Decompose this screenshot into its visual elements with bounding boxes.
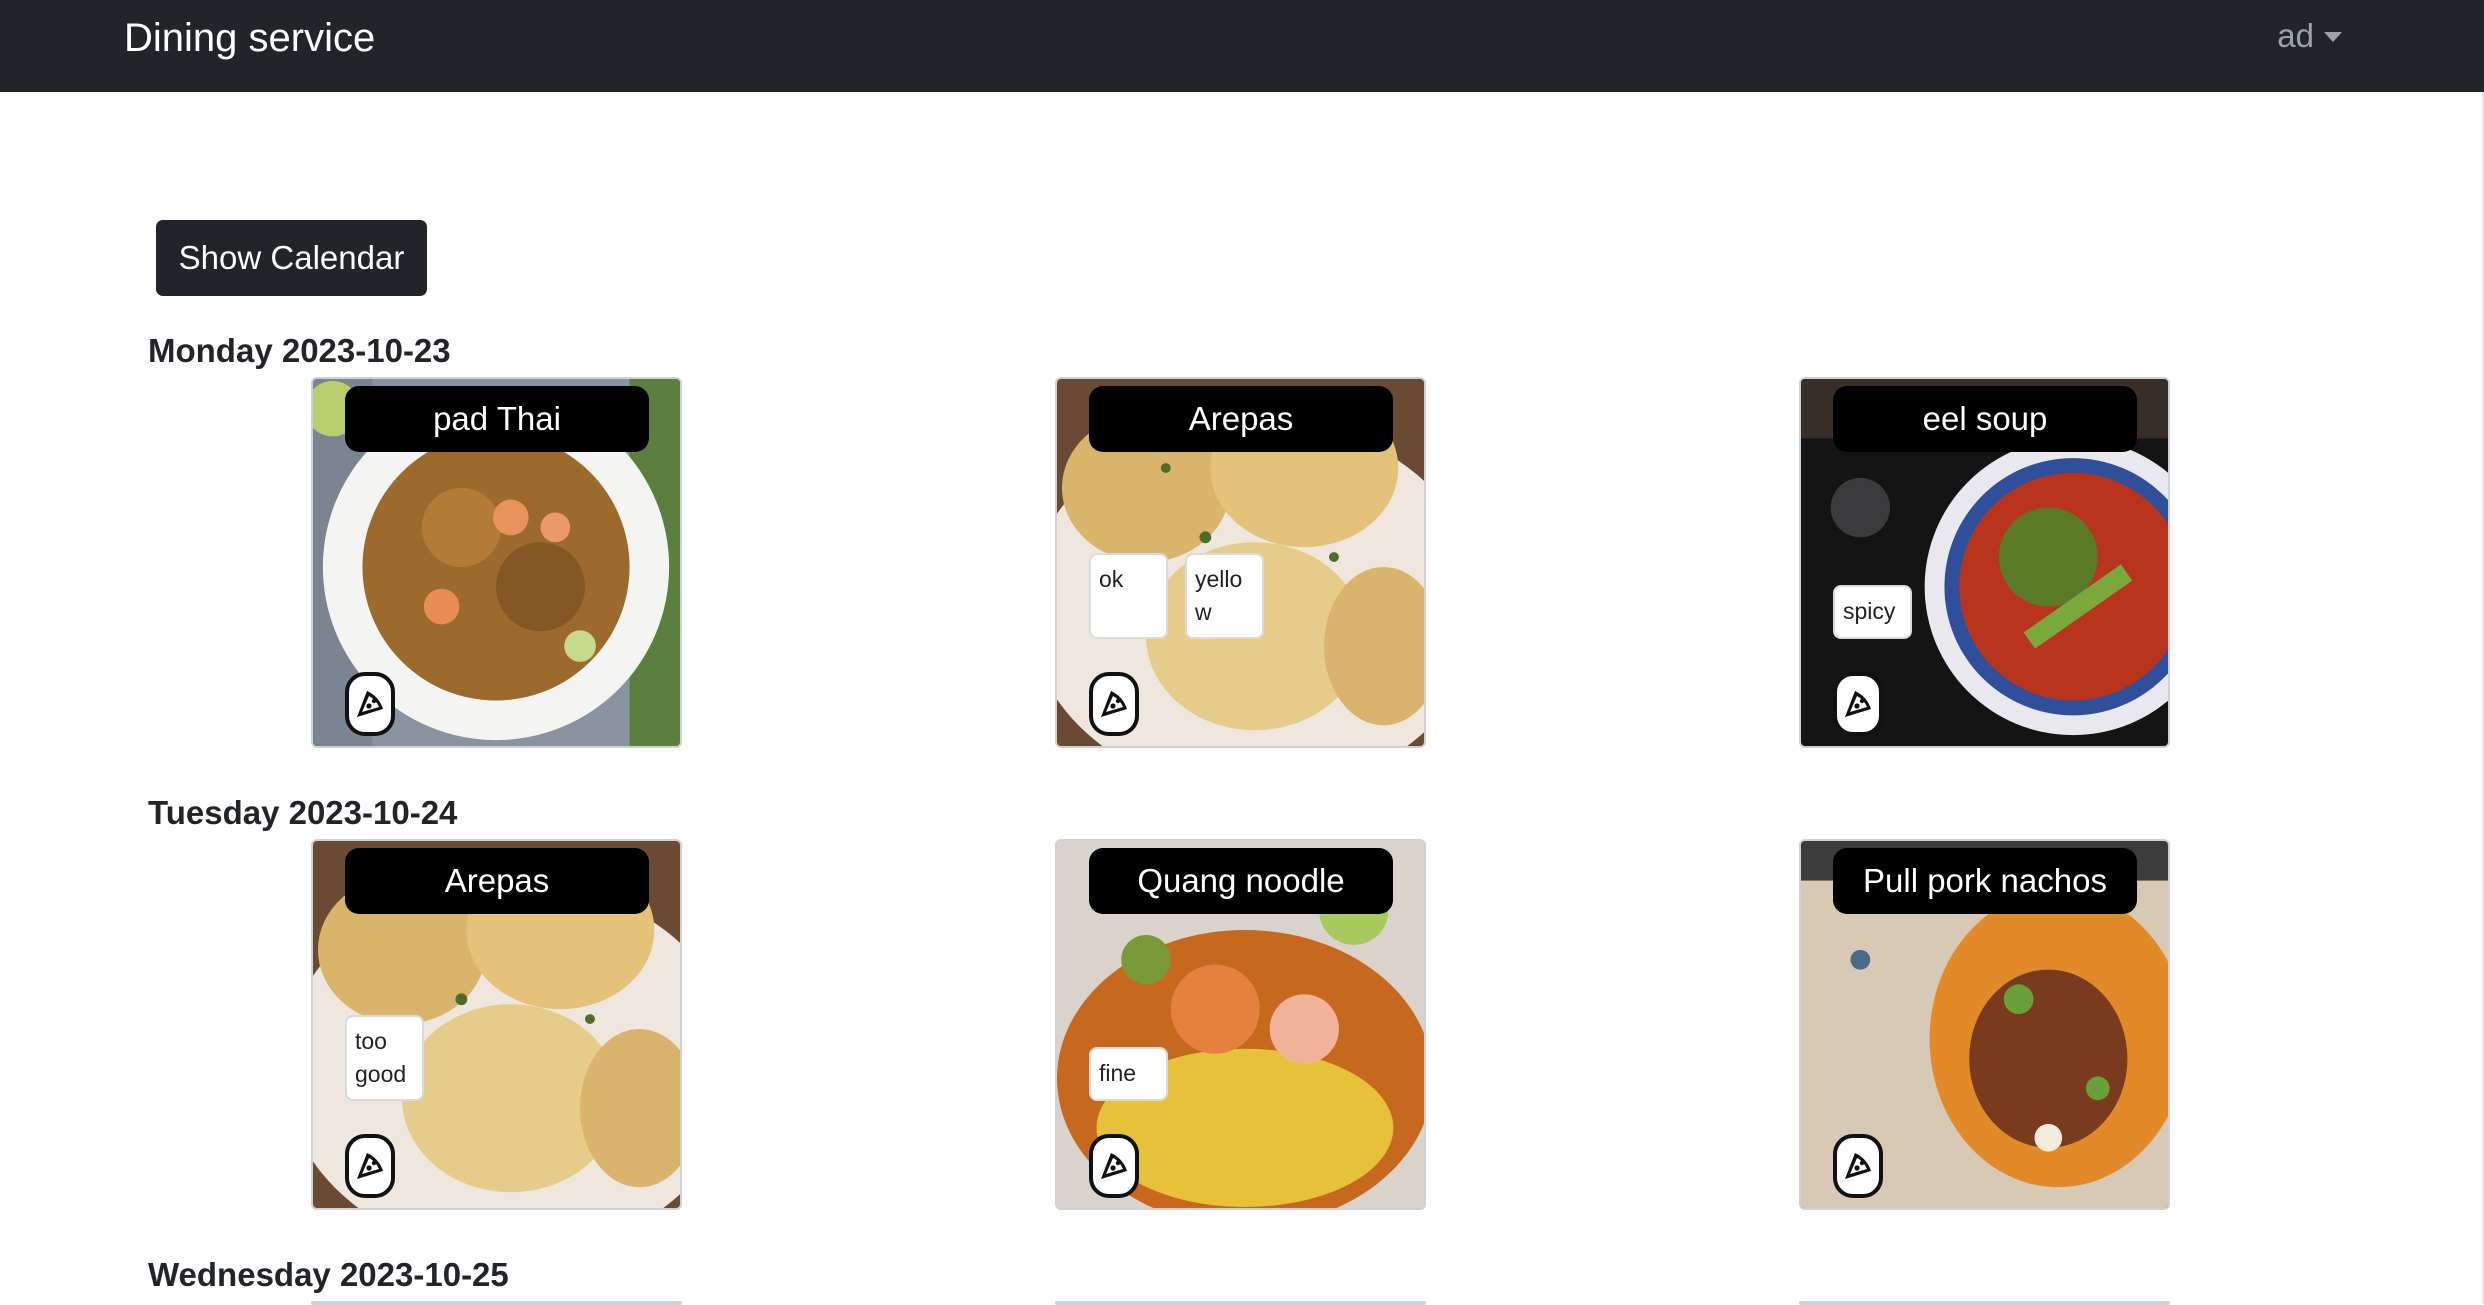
meal-card-arepas[interactable]: Arepas ok yello w [1055,377,1426,748]
meal-title: Arepas [345,848,649,914]
meal-card-arepas[interactable]: Arepas too good [311,839,682,1210]
meal-title: Arepas [1089,386,1393,452]
chevron-down-icon [2324,32,2342,42]
meal-card-partial[interactable] [311,1301,682,1305]
day-heading-wednesday: Wednesday 2023-10-25 [148,1256,509,1293]
pizza-icon [357,1153,383,1179]
meal-card-pull-pork-nachos[interactable]: Pull pork nachos [1799,839,2170,1210]
meal-note: ok [1089,553,1168,639]
navbar: Dining service ad [0,0,2484,92]
feedback-button[interactable] [345,1134,395,1198]
pizza-icon [1845,691,1871,717]
feedback-button[interactable] [1833,1134,1883,1198]
user-menu[interactable]: ad [2277,16,2342,56]
meal-note: yello w [1185,553,1264,639]
pizza-icon [1845,1153,1871,1179]
meal-card-partial[interactable] [1055,1301,1426,1305]
pizza-icon [1101,691,1127,717]
meal-title: Pull pork nachos [1833,848,2137,914]
feedback-button[interactable] [1833,672,1883,736]
meal-title: eel soup [1833,386,2137,452]
meal-title: pad Thai [345,386,649,452]
user-name: ad [2277,17,2314,54]
feedback-button[interactable] [345,672,395,736]
meal-note: fine [1089,1047,1168,1101]
meal-card-pad-thai[interactable]: pad Thai [311,377,682,748]
feedback-button[interactable] [1089,1134,1139,1198]
day-heading-tuesday: Tuesday 2023-10-24 [148,794,458,831]
show-calendar-button[interactable]: Show Calendar [156,220,427,296]
meal-note: too good [345,1015,424,1101]
meal-card-eel-soup[interactable]: eel soup spicy [1799,377,2170,748]
feedback-button[interactable] [1089,672,1139,736]
pizza-icon [1101,1153,1127,1179]
pizza-icon [357,691,383,717]
meal-card-partial[interactable] [1799,1301,2170,1305]
meal-card-quang-noodle[interactable]: Quang noodle fine [1055,839,1426,1210]
brand-title[interactable]: Dining service [124,14,375,62]
meal-note: spicy [1833,585,1912,639]
meal-title: Quang noodle [1089,848,1393,914]
day-heading-monday: Monday 2023-10-23 [148,332,451,369]
